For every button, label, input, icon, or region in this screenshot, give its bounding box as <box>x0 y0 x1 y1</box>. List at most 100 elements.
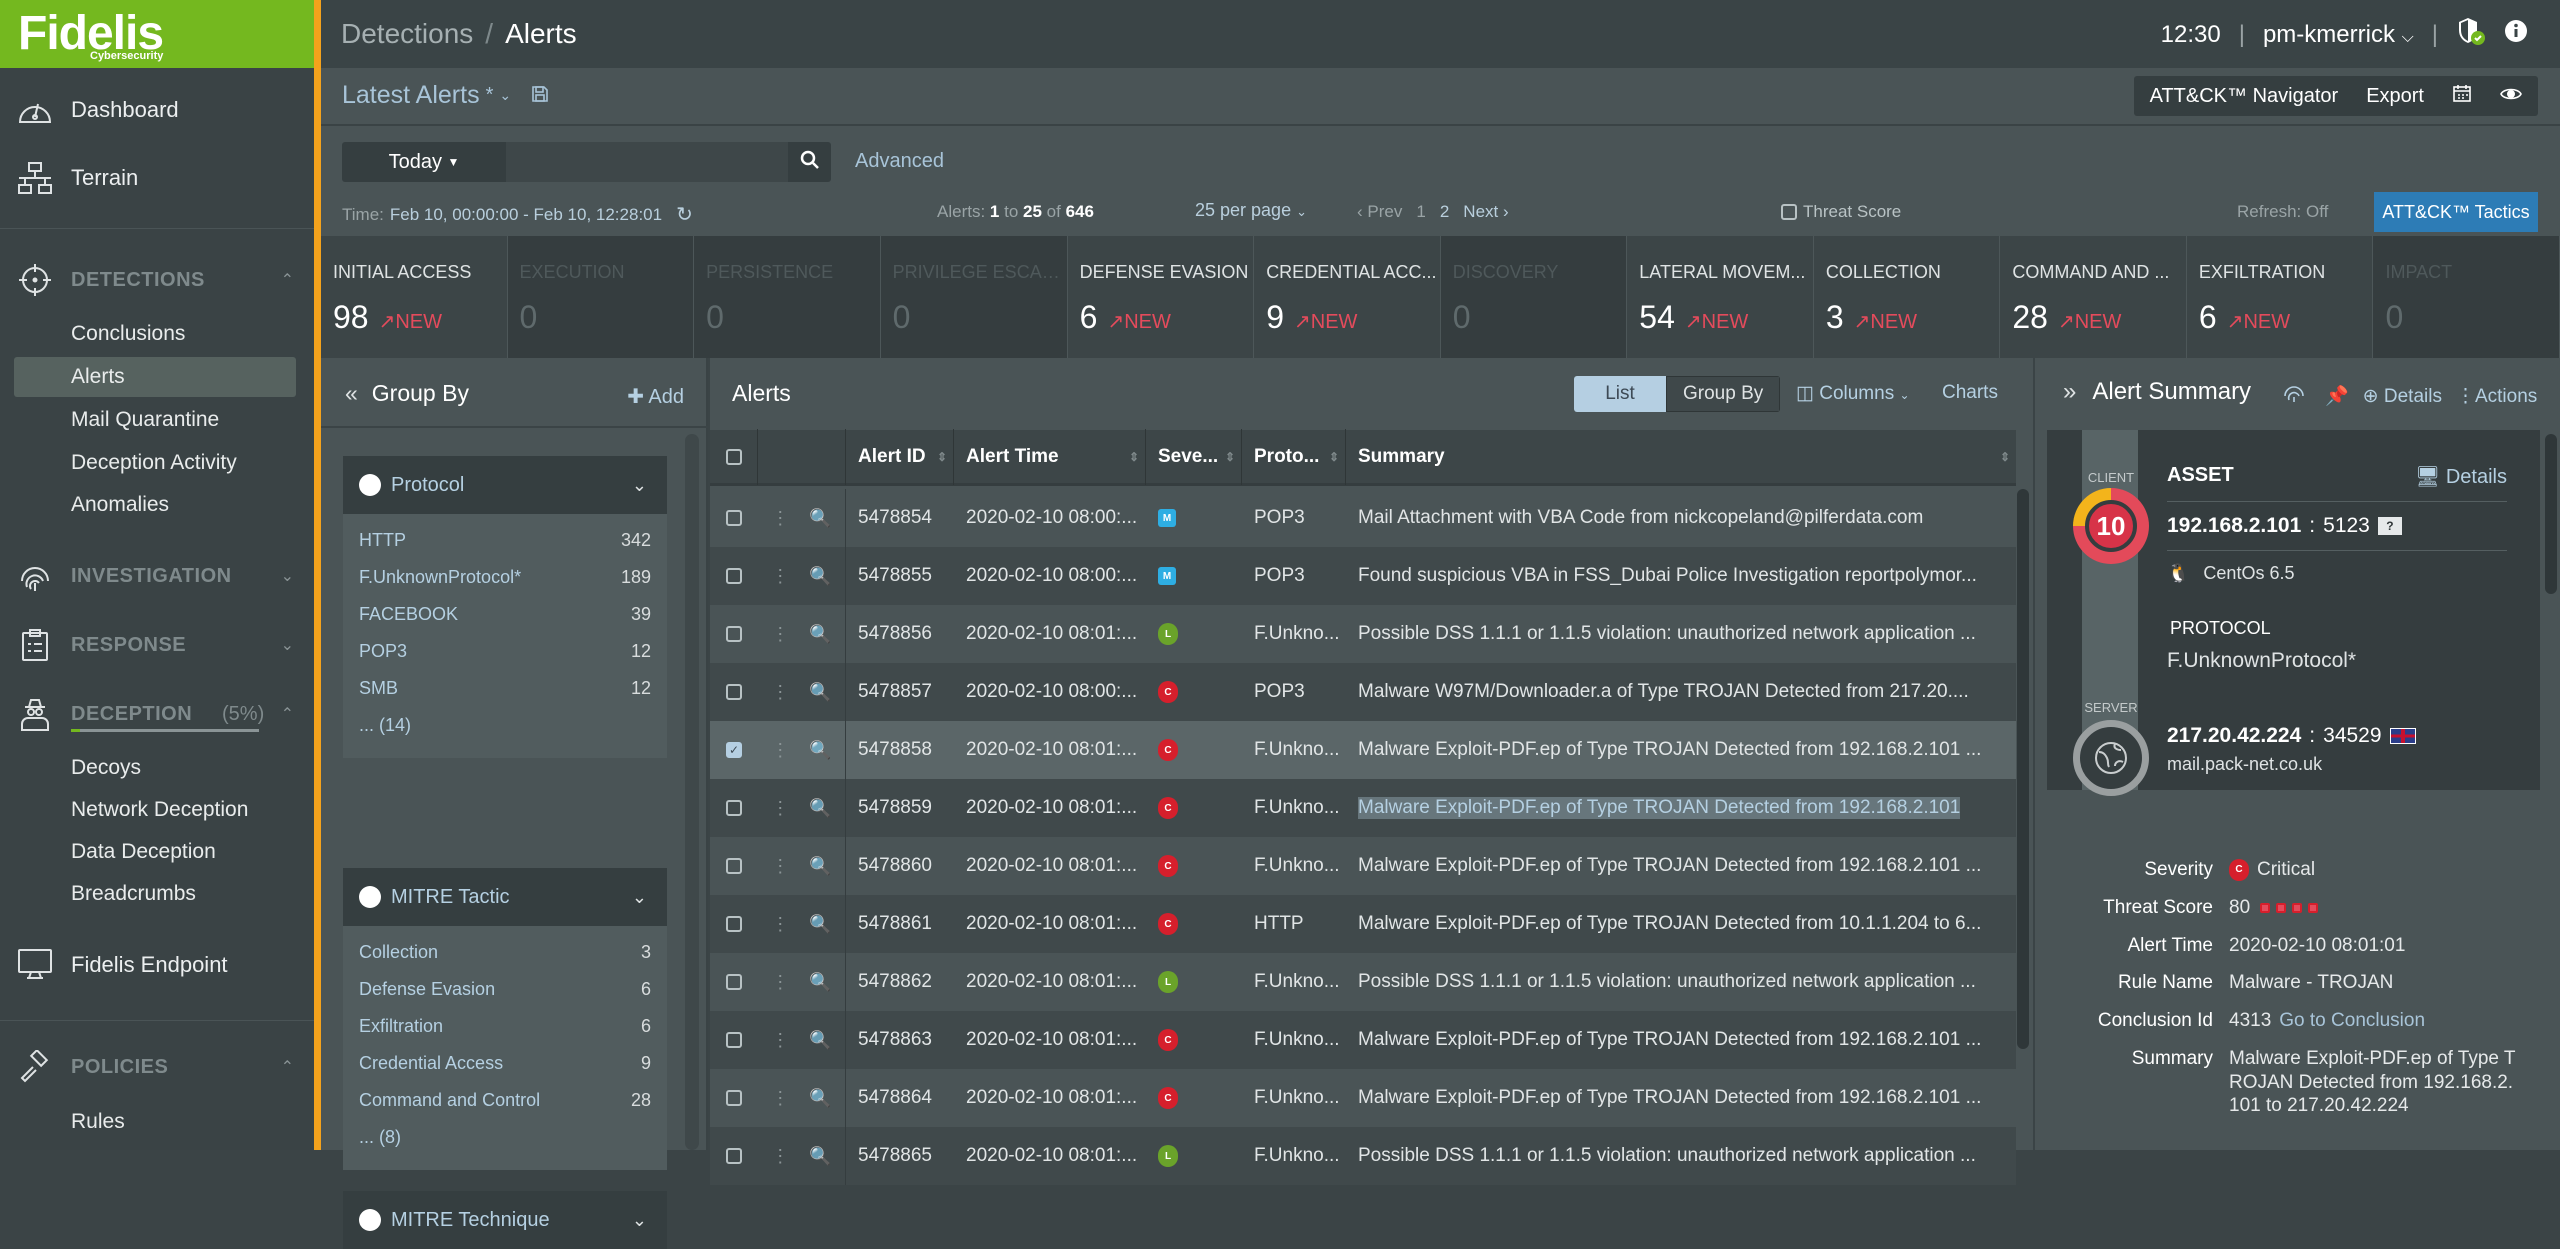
sidebar-item-alerts[interactable]: Alerts <box>14 357 296 397</box>
fidelis-logo[interactable]: Fidelis Cybersecurity <box>0 0 314 68</box>
tactic-initial-access[interactable]: INITIAL ACCESS 98 ↗NEW <box>321 236 508 358</box>
sidebar-item-anomalies[interactable]: Anomalies <box>14 485 296 525</box>
auto-refresh[interactable]: Refresh: Off <box>2237 202 2328 222</box>
sidebar-item-conclusions[interactable]: Conclusions <box>14 314 296 354</box>
facet-header[interactable]: Protocol ⌄ <box>343 456 667 514</box>
facet-item[interactable]: Exfiltration 6 <box>343 1008 667 1045</box>
facet-header[interactable]: MITRE Technique ⌄ <box>343 1191 667 1249</box>
sidebar-item-terrain[interactable]: Terrain <box>0 148 314 208</box>
table-row[interactable]: ⋮ 🔍 5478860 2020-02-10 08:01:... C F.Unkno...… <box>710 837 2016 895</box>
sidebar-item-dashboard[interactable]: Dashboard <box>0 80 314 140</box>
zoom-in-icon[interactable]: 🔍 <box>809 914 831 935</box>
table-row[interactable]: ⋮ 🔍 5478855 2020-02-10 08:00:... M POP3 Found … <box>710 547 2016 605</box>
zoom-in-icon[interactable]: 🔍 <box>809 1030 831 1051</box>
tactic-collection[interactable]: COLLECTION 3 ↗NEW <box>1813 236 2001 358</box>
tactic-privilege-escal[interactable]: PRIVILEGE ESCAL... 0 <box>880 236 1068 358</box>
actions-button[interactable]: ⋮Actions <box>2456 385 2537 408</box>
saved-view-selector[interactable]: Latest Alerts * ⌄ <box>342 81 549 110</box>
facet-more-link[interactable]: ... (8) <box>343 1119 667 1156</box>
row-checkbox[interactable] <box>710 953 758 1011</box>
zoom-in-icon[interactable]: 🔍 <box>809 740 831 761</box>
row-checkbox[interactable] <box>710 779 758 837</box>
alerts-scrollbar[interactable] <box>2017 489 2029 1049</box>
facet-radio[interactable] <box>359 886 381 908</box>
table-row[interactable]: ✓ ⋮ 🔍 5478858 2020-02-10 08:01:... C F.Unkno..… <box>710 721 2016 779</box>
advanced-search-link[interactable]: Advanced <box>855 150 944 173</box>
summary-scrollbar[interactable] <box>2545 434 2557 594</box>
row-checkbox[interactable] <box>710 1069 758 1127</box>
search-button[interactable] <box>788 142 831 182</box>
header-summary[interactable]: Summary ⇕ <box>1346 429 2016 485</box>
facet-item[interactable]: Collection 3 <box>343 934 667 971</box>
sidebar-section-policies[interactable]: POLICIES ⌃ <box>0 1042 314 1092</box>
kebab-icon[interactable]: ⋮ <box>771 856 789 877</box>
add-group-button[interactable]: ✚ Add <box>627 384 684 409</box>
kebab-icon[interactable]: ⋮ <box>771 914 789 935</box>
pin-icon[interactable]: 📌 <box>2325 384 2349 408</box>
expand-right-icon[interactable]: » <box>2063 378 2076 406</box>
facet-item[interactable]: Command and Control 28 <box>343 1082 667 1119</box>
zoom-in-icon[interactable]: 🔍 <box>809 566 831 587</box>
tactic-impact[interactable]: IMPACT 0 <box>2373 236 2560 358</box>
client-ip[interactable]: 192.168.2.101 <box>2167 514 2301 538</box>
sidebar-item-network-deception[interactable]: Network Deception <box>14 790 296 830</box>
zoom-in-icon[interactable]: 🔍 <box>809 1146 831 1167</box>
kebab-icon[interactable]: ⋮ <box>771 1030 789 1051</box>
sidebar-section-detections[interactable]: DETECTIONS ⌃ <box>0 255 314 305</box>
table-row[interactable]: ⋮ 🔍 5478854 2020-02-10 08:00:... M POP3 Mail A… <box>710 489 2016 547</box>
save-icon[interactable] <box>531 81 549 110</box>
header-alert-id[interactable]: Alert ID ⇕ <box>846 428 954 485</box>
row-checkbox[interactable] <box>710 1011 758 1069</box>
asset-details-button[interactable]: 🖥 Details <box>2415 464 2507 489</box>
shield-status-icon[interactable] <box>2456 16 2486 53</box>
group-by-scrollbar[interactable] <box>685 434 699 1150</box>
prev-page-button[interactable]: ‹ Prev <box>1357 202 1402 222</box>
zoom-in-icon[interactable]: 🔍 <box>809 1088 831 1109</box>
zoom-in-icon[interactable]: 🔍 <box>809 682 831 703</box>
table-row[interactable]: ⋮ 🔍 5478857 2020-02-10 08:00:... C POP3 Malwar… <box>710 663 2016 721</box>
search-input[interactable] <box>506 142 788 182</box>
tactic-command-and[interactable]: COMMAND AND ... 28 ↗NEW <box>2000 236 2187 358</box>
charts-button[interactable]: Charts <box>1942 382 1998 404</box>
kebab-icon[interactable]: ⋮ <box>771 798 789 819</box>
tactic-credential-acc[interactable]: CREDENTIAL ACC... 9 ↗NEW <box>1254 236 1441 358</box>
facet-more-link[interactable]: ... (14) <box>343 707 667 744</box>
zoom-in-icon[interactable]: 🔍 <box>809 508 831 529</box>
per-page-dropdown[interactable]: 25 per page ⌄ <box>1195 200 1307 221</box>
zoom-in-icon[interactable]: 🔍 <box>809 856 831 877</box>
table-row[interactable]: ⋮ 🔍 5478859 2020-02-10 08:01:... C F.Unkno...… <box>710 779 2016 837</box>
kebab-icon[interactable]: ⋮ <box>771 1146 789 1167</box>
row-checkbox[interactable] <box>710 1127 758 1185</box>
threat-score-toggle[interactable]: Threat Score <box>1781 202 1901 222</box>
facet-item[interactable]: Defense Evasion 6 <box>343 971 667 1008</box>
sidebar-item-decoys[interactable]: Decoys <box>14 748 296 788</box>
time-range-dropdown[interactable]: Today ▼ <box>342 142 506 182</box>
row-checkbox[interactable] <box>710 605 758 663</box>
facet-item[interactable]: Credential Access 9 <box>343 1045 667 1082</box>
table-row[interactable]: ⋮ 🔍 5478865 2020-02-10 08:01:... L F.Unkno...… <box>710 1127 2016 1185</box>
row-checkbox[interactable] <box>710 547 758 605</box>
info-icon[interactable] <box>2504 19 2528 50</box>
kebab-icon[interactable]: ⋮ <box>771 624 789 645</box>
eye-icon[interactable] <box>2500 85 2522 108</box>
table-row[interactable]: ⋮ 🔍 5478861 2020-02-10 08:01:... C HTTP Malwar… <box>710 895 2016 953</box>
sidebar-section-response[interactable]: RESPONSE ⌄ <box>0 620 314 670</box>
tactic-lateral-movem[interactable]: LATERAL MOVEM... 54 ↗NEW <box>1627 236 1814 358</box>
facet-item[interactable]: POP3 12 <box>343 633 667 670</box>
threat-score-checkbox[interactable] <box>1781 204 1797 220</box>
next-page-button[interactable]: Next › <box>1463 202 1508 222</box>
facet-item[interactable]: SMB 12 <box>343 670 667 707</box>
facet-radio[interactable] <box>359 474 381 496</box>
sidebar-item-breadcrumbs[interactable]: Breadcrumbs <box>14 874 296 914</box>
details-button[interactable]: ⊕ Details <box>2363 385 2442 408</box>
refresh-icon[interactable]: ↻ <box>676 202 693 227</box>
sidebar-item-fidelis-endpoint[interactable]: Fidelis Endpoint <box>0 935 314 995</box>
attack-navigator-button[interactable]: ATT&CK™ Navigator <box>2150 85 2339 108</box>
tactic-execution[interactable]: EXECUTION 0 <box>507 236 695 358</box>
go-to-conclusion-link[interactable]: Go to Conclusion <box>2279 1010 2425 1031</box>
zoom-in-icon[interactable]: 🔍 <box>809 798 831 819</box>
facet-item[interactable]: HTTP 342 <box>343 522 667 559</box>
select-all-checkbox[interactable] <box>710 428 758 485</box>
fingerprint-icon[interactable] <box>2283 382 2305 410</box>
facet-item[interactable]: F.UnknownProtocol* 189 <box>343 559 667 596</box>
